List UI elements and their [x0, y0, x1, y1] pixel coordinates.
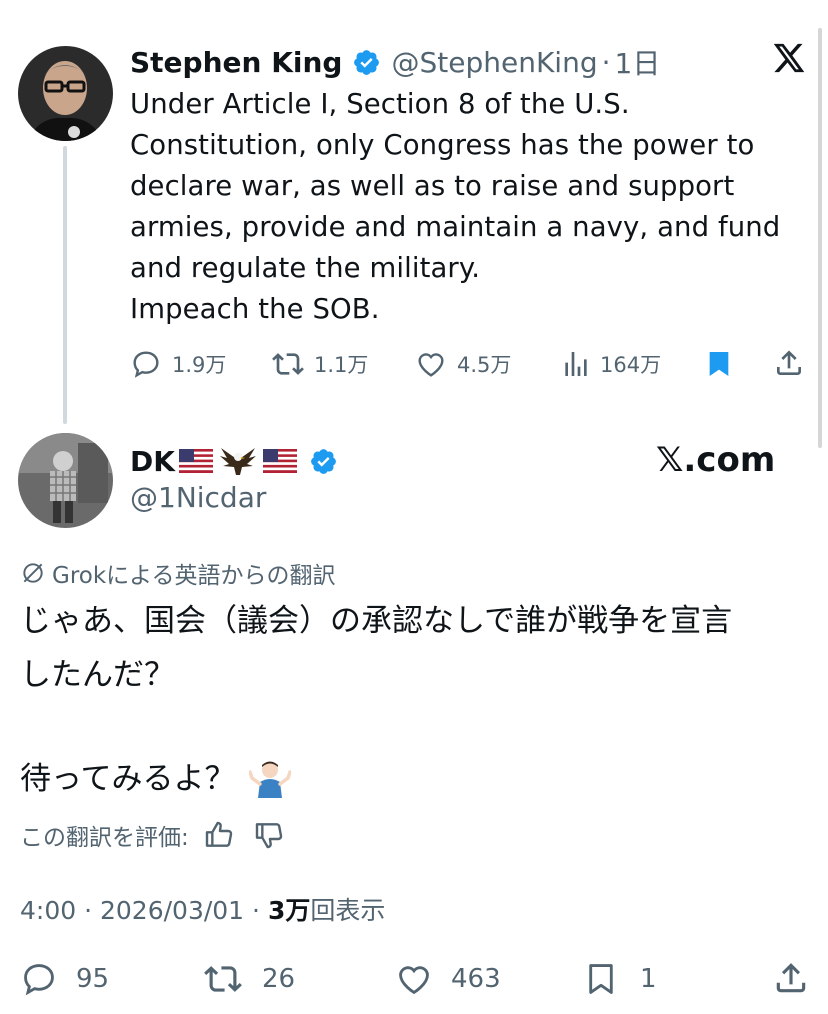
scrollbar[interactable]	[818, 28, 822, 448]
translation-label[interactable]: Grokによる英語からの翻訳	[20, 556, 335, 590]
repost-icon	[204, 966, 242, 992]
timestamp-line: 4:00 · 2026/03/01 · 3万回表示	[20, 891, 385, 927]
bookmark-action[interactable]: 1	[582, 960, 657, 998]
like-count: 4.5万	[457, 353, 512, 377]
rate-translation: この翻訳を評価:	[20, 818, 285, 852]
bookmark-icon	[589, 964, 613, 994]
quoted-header: Stephen King @StephenKing · 1日	[130, 42, 660, 82]
repost-count: 1.1万	[314, 353, 369, 377]
quoted-text: Under Article I, Section 8 of the U.S. C…	[130, 84, 780, 330]
view-count: 164万	[600, 353, 662, 377]
thread-connector-line	[63, 146, 67, 424]
like-action[interactable]: 463	[395, 960, 501, 998]
verified-badge-icon	[352, 48, 381, 77]
views-label: 回表示	[310, 896, 386, 925]
repost-count: 26	[262, 964, 296, 994]
views-count: 3万	[267, 896, 311, 925]
reply-text: じゃあ、国会（議会）の承認なしで誰が戦争を宣言 したんだ？	[20, 594, 732, 702]
text-line: 待ってみるよ？	[20, 761, 236, 797]
reply-action[interactable]: 1.9万	[130, 348, 226, 380]
text-line: したんだ？	[20, 657, 175, 693]
heart-icon	[399, 966, 429, 995]
reply-count: 1.9万	[172, 353, 227, 377]
rate-label: この翻訳を評価:	[20, 825, 189, 851]
reply-icon	[24, 964, 54, 996]
avatar-stephen-king[interactable]	[18, 46, 113, 141]
text-line: Impeach the SOB.	[130, 293, 380, 325]
reply-header: DK	[130, 441, 338, 481]
post-time[interactable]: 4:00	[20, 896, 76, 925]
separator-dot: ·	[601, 45, 611, 79]
repost-icon	[272, 353, 304, 375]
repost-action[interactable]: 26	[204, 960, 295, 998]
thumbs-up-icon[interactable]	[203, 819, 235, 851]
repost-action[interactable]: 1.1万	[272, 348, 368, 380]
text-line: Constitution, only Congress has the powe…	[130, 129, 755, 161]
bookmark-count: 1	[640, 964, 657, 994]
x-com-watermark: 𝕏.com	[656, 440, 776, 480]
reply-text-line3: 待ってみるよ？	[20, 752, 292, 806]
text-line: じゃあ、国会（議会）の承認なしで誰が戦争を宣言	[20, 603, 733, 639]
thumbs-down-icon[interactable]	[253, 819, 285, 851]
heart-icon	[418, 353, 444, 377]
avatar-dk[interactable]	[18, 433, 113, 528]
post-time[interactable]: 1日	[615, 42, 661, 82]
bookmark-icon[interactable]	[703, 348, 735, 384]
like-action[interactable]: 4.5万	[415, 348, 511, 380]
x-logo-icon[interactable]	[772, 42, 806, 78]
reply-icon	[133, 351, 159, 378]
text-line: declare war, as well as to raise and sup…	[130, 170, 735, 202]
separator-dot: ·	[252, 896, 268, 925]
translation-label-text: Grokによる英語からの翻訳	[52, 563, 336, 589]
text-line: armies, provide and maintain a navy, and…	[130, 211, 781, 243]
author-handle[interactable]: @StephenKing	[391, 46, 597, 79]
author-handle[interactable]: @1Nicdar	[130, 481, 266, 514]
separator-dot: ·	[84, 896, 100, 925]
post-date[interactable]: 2026/03/01	[100, 896, 244, 925]
verified-badge-icon	[309, 447, 338, 476]
author-name[interactable]: DK	[130, 445, 175, 478]
like-count: 463	[451, 964, 501, 994]
reply-action[interactable]: 95	[20, 960, 109, 998]
us-flag-icon	[178, 449, 213, 473]
text-line: and regulate the military.	[130, 252, 481, 284]
reply-count: 95	[76, 964, 110, 994]
us-flag-icon	[262, 449, 297, 473]
author-name[interactable]: Stephen King	[130, 46, 342, 79]
views-action[interactable]: 164万	[560, 348, 661, 380]
analytics-icon	[565, 352, 587, 376]
eagle-icon	[219, 444, 257, 478]
share-icon[interactable]	[773, 347, 805, 383]
share-icon[interactable]	[772, 959, 810, 1001]
grok-icon	[23, 563, 43, 583]
text-line: Under Article I, Section 8 of the U.S.	[130, 88, 630, 120]
shrug-emoji	[249, 758, 292, 800]
